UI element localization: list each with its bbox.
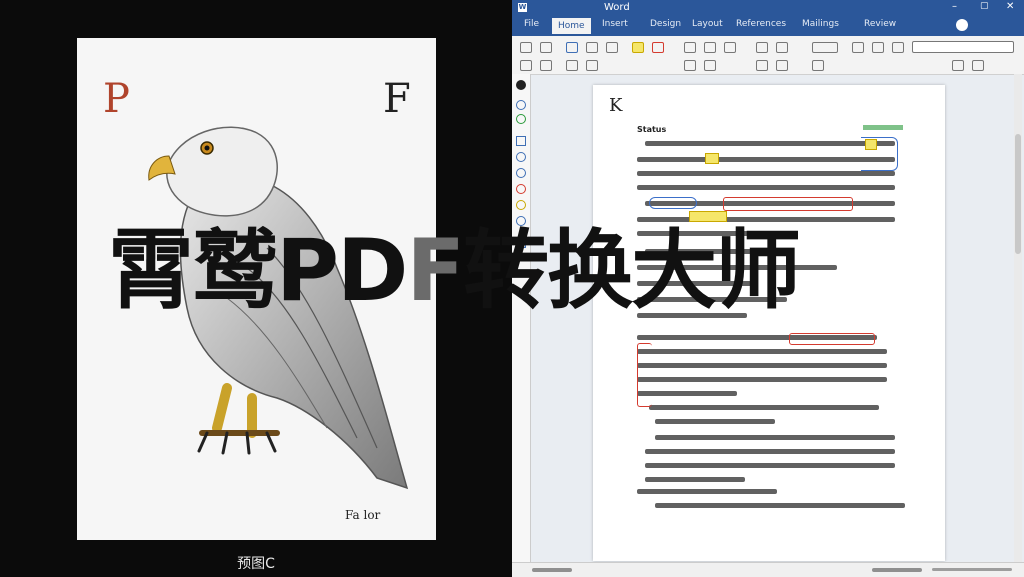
blue-annotation bbox=[861, 137, 898, 171]
highlighter-icon[interactable] bbox=[516, 200, 526, 210]
tab-home[interactable]: Home bbox=[552, 18, 591, 34]
preview-caption: 预图C bbox=[237, 556, 275, 572]
navigation-icon[interactable] bbox=[516, 80, 526, 90]
close-icon[interactable]: ✕ bbox=[1006, 1, 1014, 12]
tab-file[interactable]: File bbox=[524, 19, 539, 29]
borders-icon[interactable] bbox=[812, 60, 824, 71]
text-effects-icon[interactable] bbox=[586, 60, 598, 71]
tab-insert[interactable]: Insert bbox=[602, 19, 628, 29]
blue-annotation bbox=[649, 197, 697, 209]
text-line bbox=[655, 503, 905, 508]
shape-icon[interactable] bbox=[516, 152, 526, 162]
arrow-icon[interactable] bbox=[516, 136, 526, 146]
text-line bbox=[637, 349, 887, 354]
redo-icon[interactable] bbox=[540, 60, 552, 71]
status-text bbox=[872, 568, 922, 572]
text-line bbox=[637, 363, 887, 368]
select-icon[interactable] bbox=[892, 42, 904, 53]
tab-layout[interactable]: Layout bbox=[692, 19, 723, 29]
bold-icon[interactable] bbox=[566, 42, 578, 53]
paste-icon[interactable] bbox=[520, 42, 532, 53]
shading-icon[interactable] bbox=[776, 60, 788, 71]
align-center-icon[interactable] bbox=[704, 42, 716, 53]
styles-icon[interactable] bbox=[812, 42, 838, 53]
line-spacing-icon[interactable] bbox=[756, 60, 768, 71]
font-color-icon[interactable] bbox=[652, 42, 664, 53]
ellipse-icon[interactable] bbox=[516, 168, 526, 178]
zoom-icon[interactable] bbox=[972, 60, 984, 71]
ribbon-toolbar bbox=[512, 36, 1024, 75]
title-bar: W Word – ▢ ✕ bbox=[512, 0, 1024, 16]
text-line bbox=[649, 405, 879, 410]
view-icon[interactable] bbox=[952, 60, 964, 71]
outdent-icon[interactable] bbox=[704, 60, 716, 71]
undo-icon[interactable] bbox=[520, 60, 532, 71]
headline-f: F bbox=[406, 221, 465, 321]
text-line bbox=[637, 171, 895, 176]
text-line bbox=[637, 185, 895, 190]
scroll-thumb[interactable] bbox=[1015, 134, 1021, 254]
status-text bbox=[532, 568, 572, 572]
replace-icon[interactable] bbox=[872, 42, 884, 53]
headline-pd: PD bbox=[276, 221, 408, 321]
status-bar bbox=[512, 562, 1024, 577]
minimize-icon[interactable]: – bbox=[952, 1, 957, 12]
search-box[interactable] bbox=[912, 41, 1014, 53]
text-line bbox=[637, 157, 895, 162]
page-heading: K bbox=[609, 95, 623, 116]
window-title: Word bbox=[604, 2, 630, 13]
copy-icon[interactable] bbox=[540, 42, 552, 53]
indent-icon[interactable] bbox=[684, 60, 696, 71]
text-line bbox=[637, 377, 887, 382]
text-line bbox=[645, 449, 895, 454]
margin-note bbox=[863, 125, 903, 130]
tab-review[interactable]: Review bbox=[864, 19, 896, 29]
ribbon-tabs: File Home Insert Design Layout Reference… bbox=[512, 16, 1024, 36]
tab-references[interactable]: References bbox=[736, 19, 786, 29]
red-annotation bbox=[637, 343, 652, 407]
bullets-icon[interactable] bbox=[756, 42, 768, 53]
document-page[interactable]: K Status bbox=[593, 85, 945, 561]
track-changes-icon[interactable] bbox=[516, 114, 526, 124]
comment-icon[interactable] bbox=[516, 100, 526, 110]
italic-icon[interactable] bbox=[586, 42, 598, 53]
text-line bbox=[655, 419, 775, 424]
tab-mailings[interactable]: Mailings bbox=[802, 19, 839, 29]
text-highlight bbox=[705, 153, 719, 164]
zoom-slider[interactable] bbox=[932, 568, 1012, 571]
highlight-icon[interactable] bbox=[632, 42, 644, 53]
text-line bbox=[645, 141, 895, 146]
text-line bbox=[637, 489, 777, 494]
numbering-icon[interactable] bbox=[776, 42, 788, 53]
vertical-scrollbar[interactable] bbox=[1014, 74, 1022, 562]
section-label: Status bbox=[637, 125, 667, 134]
word-app-icon: W bbox=[518, 3, 527, 12]
headline-title: 霄鹫PDF转换大师 bbox=[108, 228, 801, 314]
align-right-icon[interactable] bbox=[724, 42, 736, 53]
text-line bbox=[655, 435, 895, 440]
headline-pdf: PDF bbox=[276, 221, 465, 321]
maximize-icon[interactable]: ▢ bbox=[980, 1, 989, 11]
pen-icon[interactable] bbox=[516, 184, 526, 194]
align-left-icon[interactable] bbox=[684, 42, 696, 53]
red-annotation bbox=[789, 333, 875, 345]
text-line bbox=[645, 477, 745, 482]
text-line bbox=[645, 463, 895, 468]
underline-icon[interactable] bbox=[606, 42, 618, 53]
tab-design[interactable]: Design bbox=[650, 19, 681, 29]
headline-part1: 霄鹫 bbox=[108, 221, 278, 321]
red-annotation bbox=[723, 197, 853, 211]
find-icon[interactable] bbox=[852, 42, 864, 53]
account-icon[interactable] bbox=[956, 19, 968, 31]
text-line bbox=[637, 391, 737, 396]
headline-part2: 转换大师 bbox=[463, 221, 801, 321]
format-painter-icon[interactable] bbox=[566, 60, 578, 71]
